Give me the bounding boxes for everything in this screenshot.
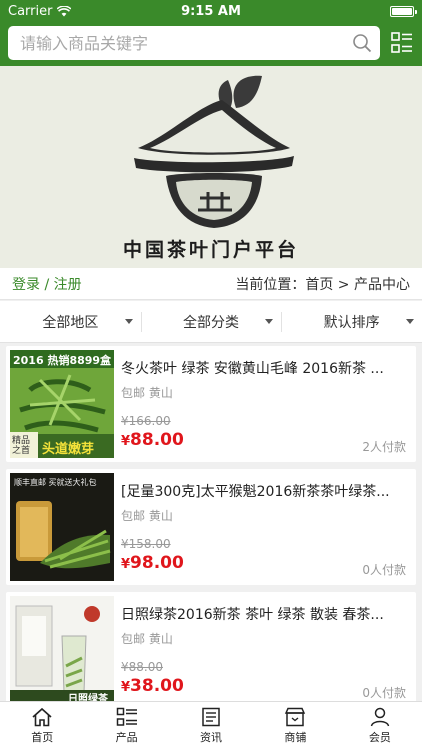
filter-region[interactable]: 全部地区 bbox=[0, 301, 141, 342]
shop-icon bbox=[285, 707, 306, 727]
caret-down-icon bbox=[265, 319, 274, 324]
product-name[interactable]: 冬火茶叶 绿茶 安徽黄山毛峰 2016新茶 ... bbox=[121, 358, 411, 378]
product-name[interactable]: [足量300克]太平猴魁2016新茶茶叶绿茶... bbox=[121, 481, 411, 501]
product-list[interactable]: 2016 热销8899盒 精品之首 头道嫩芽 冬火茶叶 绿茶 安徽黄山毛峰 20… bbox=[0, 343, 422, 701]
status-bar: Carrier 9:15 AM bbox=[0, 0, 422, 22]
product-shipping: 包邮 黄山 bbox=[121, 632, 173, 646]
banner[interactable]: 中国茶叶门户平台 bbox=[0, 66, 422, 268]
product-old-price: ¥158.00 bbox=[121, 537, 171, 551]
list-grid-icon bbox=[391, 32, 412, 53]
register-link[interactable]: 注册 bbox=[54, 277, 82, 293]
wifi-icon bbox=[57, 5, 72, 16]
location-bar: 登录 / 注册 当前位置：首页 > 产品中心 bbox=[0, 268, 422, 300]
product-shipping: 包邮 黄山 bbox=[121, 509, 173, 523]
app-header: Carrier 9:15 AM bbox=[0, 0, 422, 66]
breadcrumb[interactable]: 当前位置：首页 > 产品中心 bbox=[235, 274, 410, 294]
user-icon bbox=[370, 707, 390, 727]
product-image: 顺丰直邮 买就送大礼包 bbox=[10, 473, 114, 581]
product-name[interactable]: 日照绿茶2016新茶 茶叶 绿茶 散装 春茶... bbox=[121, 604, 411, 624]
product-price: ¥88.00 bbox=[121, 430, 184, 450]
tab-products[interactable]: 产品 bbox=[84, 702, 168, 750]
caret-down-icon bbox=[124, 319, 133, 324]
product-price: ¥98.00 bbox=[121, 553, 184, 573]
product-sold-count: 0人付款 bbox=[362, 563, 406, 577]
image-caption: 2016 热销8899盒 bbox=[13, 354, 112, 367]
product-price: ¥38.00 bbox=[121, 676, 184, 696]
tab-shop[interactable]: 商铺 bbox=[253, 702, 337, 750]
filter-bar: 全部地区 全部分类 默认排序 bbox=[0, 301, 422, 343]
product-card[interactable]: 日照绿茶 日照绿茶2016新茶 茶叶 绿茶 散装 春茶... 包邮 黄山 ¥88… bbox=[6, 592, 416, 701]
bottom-tab-bar: 首页 产品 资讯 商铺 会员 bbox=[0, 701, 422, 750]
product-card[interactable]: 2016 热销8899盒 精品之首 头道嫩芽 冬火茶叶 绿茶 安徽黄山毛峰 20… bbox=[6, 346, 416, 462]
grid-list-icon bbox=[116, 707, 137, 726]
tab-news[interactable]: 资讯 bbox=[169, 702, 253, 750]
product-sold-count: 2人付款 bbox=[362, 440, 406, 454]
battery-icon bbox=[390, 5, 417, 17]
news-icon bbox=[202, 707, 220, 727]
product-old-price: ¥166.00 bbox=[121, 414, 171, 428]
image-tag: 头道嫩芽 bbox=[42, 442, 95, 457]
search-box[interactable] bbox=[8, 26, 380, 60]
caret-down-icon bbox=[406, 319, 415, 324]
home-icon bbox=[32, 707, 52, 727]
product-image: 日照绿茶 bbox=[10, 596, 114, 701]
image-tag: 日照绿茶 bbox=[68, 694, 108, 701]
filter-sort[interactable]: 默认排序 bbox=[281, 301, 422, 342]
product-shipping: 包邮 黄山 bbox=[121, 386, 173, 400]
image-tag: 精品之首 bbox=[12, 436, 31, 456]
banner-title: 中国茶叶门户平台 bbox=[122, 239, 299, 261]
filter-category[interactable]: 全部分类 bbox=[140, 301, 282, 342]
category-menu-button[interactable] bbox=[390, 31, 414, 55]
tab-member[interactable]: 会员 bbox=[338, 702, 422, 750]
image-caption: 顺丰直邮 买就送大礼包 bbox=[14, 478, 97, 487]
login-link[interactable]: 登录 bbox=[12, 277, 40, 293]
search-input[interactable] bbox=[20, 33, 320, 53]
tab-home[interactable]: 首页 bbox=[0, 702, 84, 750]
product-image: 2016 热销8899盒 精品之首 头道嫩芽 bbox=[10, 350, 114, 458]
separator: / bbox=[44, 276, 50, 293]
carrier-label: Carrier bbox=[8, 3, 53, 19]
product-sold-count: 0人付款 bbox=[362, 686, 406, 700]
product-old-price: ¥88.00 bbox=[121, 660, 163, 674]
product-card[interactable]: 顺丰直邮 买就送大礼包 [足量300克]太平猴魁2016新茶茶叶绿茶... 包邮… bbox=[6, 469, 416, 585]
search-icon[interactable] bbox=[352, 33, 372, 53]
